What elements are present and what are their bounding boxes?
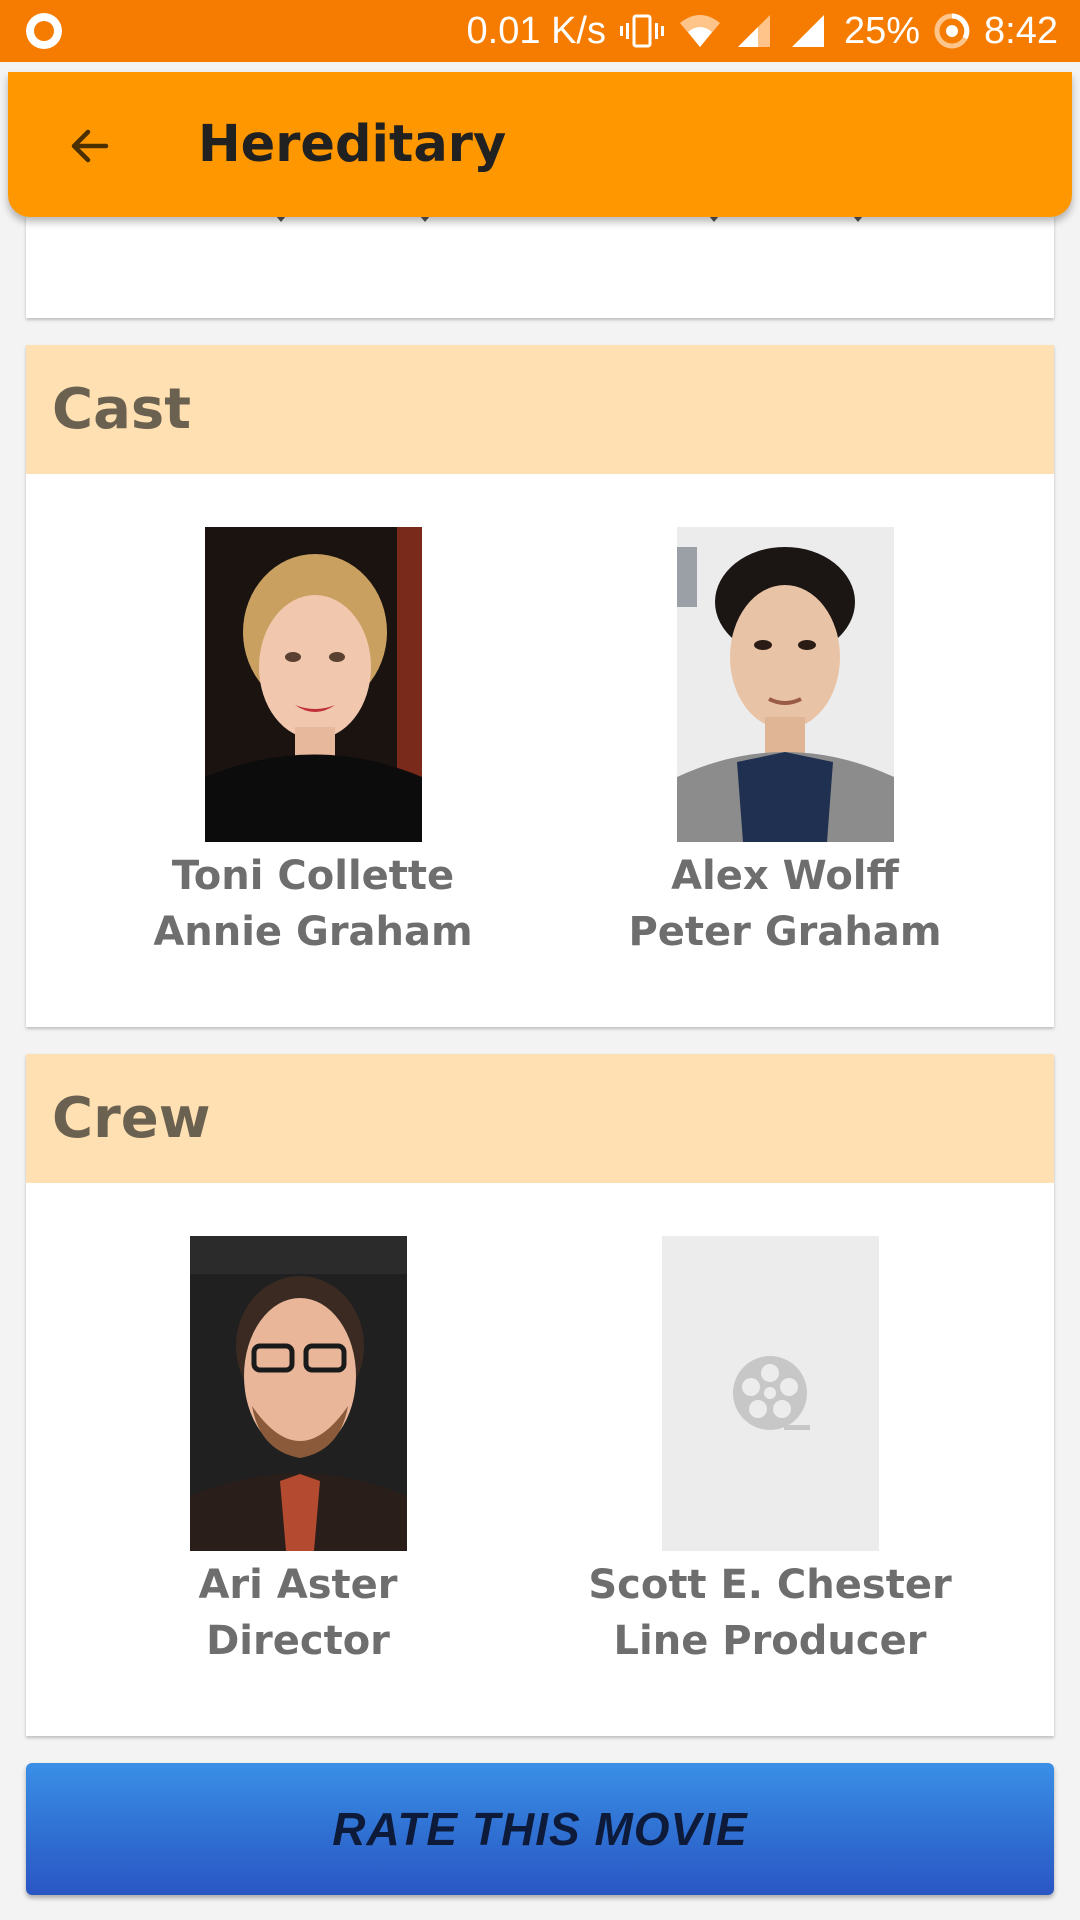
status-indicators: 0.01 K/s 25% 8:42 — [467, 0, 1058, 62]
cast-character: Peter Graham — [628, 909, 942, 955]
crew-header: Crew — [26, 1054, 1054, 1183]
crew-job: Line Producer — [613, 1618, 927, 1664]
back-button[interactable] — [48, 104, 132, 188]
battery-icon — [934, 13, 970, 49]
rate-movie-label: RATE THIS MOVIE — [332, 1803, 748, 1855]
crew-member[interactable]: Ari Aster Director — [88, 1236, 508, 1669]
page-title: Hereditary — [198, 115, 507, 174]
cast-header: Cast — [26, 345, 1054, 474]
signal-icon-2 — [790, 13, 830, 49]
crew-photo — [189, 1236, 407, 1551]
app-bar: Hereditary — [8, 72, 1072, 217]
battery-level: 25% — [843, 9, 921, 52]
wifi-icon — [678, 13, 722, 49]
crew-job: Director — [206, 1618, 390, 1664]
crew-name: Scott E. Chester — [588, 1562, 952, 1608]
cast-member[interactable]: Alex Wolff Peter Graham — [575, 527, 995, 960]
film-reel-placeholder-icon — [661, 1236, 879, 1551]
crew-member[interactable]: Scott E. Chester Line Producer — [560, 1236, 980, 1669]
cast-name: Alex Wolff — [671, 853, 899, 899]
cast-character: Annie Graham — [153, 909, 473, 955]
cast-photo — [676, 527, 894, 842]
vibrate-icon — [619, 13, 664, 49]
status-bar: 0.01 K/s 25% 8:42 — [0, 0, 1080, 62]
details-card — [26, 216, 1054, 318]
rate-movie-button[interactable]: RATE THIS MOVIE — [26, 1763, 1054, 1895]
notification-icon — [26, 13, 62, 49]
cast-name: Toni Collette — [171, 853, 455, 899]
crew-name: Ari Aster — [198, 1562, 398, 1608]
arrow-back-icon — [71, 129, 109, 163]
network-speed: 0.01 K/s — [466, 9, 606, 52]
crew-section: Crew Ari Aster Director Scott E. Chester… — [26, 1054, 1054, 1736]
cast-photo — [204, 527, 422, 842]
cast-member[interactable]: Toni Collette Annie Graham — [103, 527, 523, 960]
signal-icon — [736, 13, 776, 49]
clock: 8:42 — [984, 9, 1058, 52]
cast-section: Cast Toni Collette Annie Graham Alex Wol… — [26, 345, 1054, 1027]
